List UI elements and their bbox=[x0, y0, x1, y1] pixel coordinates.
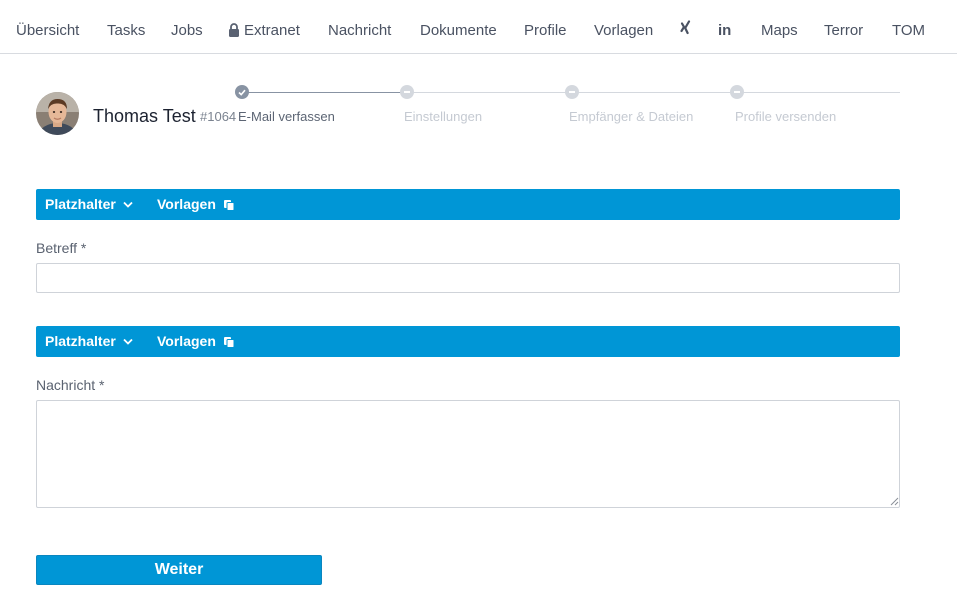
linkedin-icon[interactable]: in bbox=[718, 21, 731, 41]
step-connector bbox=[242, 92, 407, 93]
message-templates-button[interactable]: Vorlagen bbox=[157, 333, 235, 350]
chevron-down-icon bbox=[123, 201, 133, 208]
step-1-indicator bbox=[235, 85, 249, 99]
resize-grip-icon[interactable] bbox=[889, 496, 899, 506]
nav-item-extranet-label: Extranet bbox=[244, 22, 300, 39]
step-3-indicator bbox=[565, 85, 579, 99]
step-3-label: Empfänger & Dateien bbox=[569, 109, 694, 124]
copy-icon bbox=[223, 199, 235, 211]
message-placeholder-dropdown[interactable]: Platzhalter bbox=[45, 333, 133, 350]
step-2-label: Einstellungen bbox=[404, 109, 483, 124]
templates-label: Vorlagen bbox=[157, 196, 216, 212]
step-connector bbox=[407, 92, 572, 93]
subject-label: Betreff * bbox=[36, 240, 87, 256]
dash-icon bbox=[734, 91, 740, 93]
message-label: Nachricht * bbox=[36, 377, 105, 393]
nav-item-nachricht[interactable]: Nachricht bbox=[328, 21, 391, 41]
message-toolbar: Platzhalter Vorlagen bbox=[36, 326, 900, 357]
nav-item-dokumente[interactable]: Dokumente bbox=[420, 21, 497, 41]
dash-icon bbox=[569, 91, 575, 93]
placeholder-label: Platzhalter bbox=[45, 196, 116, 212]
subject-input[interactable] bbox=[36, 263, 900, 293]
weiter-button[interactable]: Weiter bbox=[36, 555, 322, 585]
person-id: #1064 bbox=[200, 109, 237, 124]
avatar bbox=[36, 92, 79, 135]
copy-icon bbox=[223, 336, 235, 348]
nav-item-uebersicht[interactable]: Übersicht bbox=[16, 21, 79, 41]
nav-item-maps[interactable]: Maps bbox=[761, 21, 798, 41]
templates-label: Vorlagen bbox=[157, 333, 216, 349]
xing-icon[interactable] bbox=[678, 20, 691, 40]
subject-toolbar: Platzhalter Vorlagen bbox=[36, 189, 900, 220]
message-textarea[interactable] bbox=[36, 400, 900, 508]
checkmark-icon bbox=[238, 89, 246, 96]
step-connector bbox=[572, 92, 737, 93]
step-4-label: Profile versenden bbox=[735, 109, 837, 124]
nav-item-tasks[interactable]: Tasks bbox=[107, 21, 145, 41]
top-navigation: Übersicht Tasks Jobs Extranet Nachricht … bbox=[0, 0, 957, 54]
nav-item-vorlagen[interactable]: Vorlagen bbox=[594, 21, 653, 41]
nav-item-extranet[interactable]: Extranet bbox=[228, 21, 300, 43]
nav-item-jobs[interactable]: Jobs bbox=[171, 21, 203, 41]
step-1-label: E-Mail verfassen bbox=[238, 109, 335, 124]
nav-item-profile[interactable]: Profile bbox=[524, 21, 567, 41]
chevron-down-icon bbox=[123, 338, 133, 345]
nav-item-tom[interactable]: TOM bbox=[892, 21, 925, 41]
nav-item-terror[interactable]: Terror bbox=[824, 21, 863, 41]
subject-placeholder-dropdown[interactable]: Platzhalter bbox=[45, 196, 133, 213]
subject-templates-button[interactable]: Vorlagen bbox=[157, 196, 235, 213]
person-name: Thomas Test bbox=[93, 106, 196, 126]
dash-icon bbox=[404, 91, 410, 93]
lock-icon bbox=[228, 23, 240, 43]
step-4-indicator bbox=[730, 85, 744, 99]
step-2-indicator bbox=[400, 85, 414, 99]
step-connector bbox=[737, 92, 900, 93]
placeholder-label: Platzhalter bbox=[45, 333, 116, 349]
